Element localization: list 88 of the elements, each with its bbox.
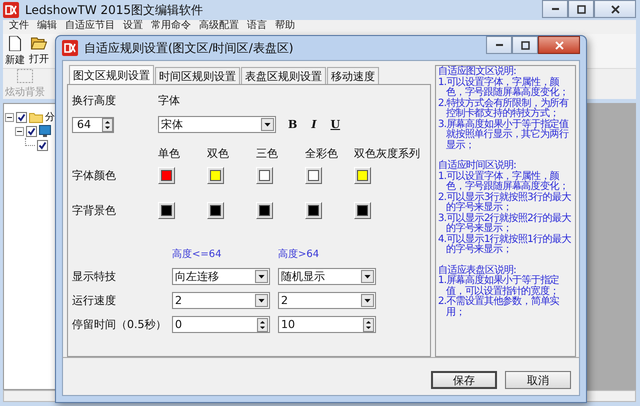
note-title: 自适应图文区说明: [438, 67, 516, 77]
color-swatch[interactable] [354, 202, 371, 218]
tab[interactable]: 时间区规则设置 [155, 67, 240, 84]
maximize-icon [576, 4, 586, 14]
collapse-toggle[interactable] [5, 112, 14, 122]
color-swatch[interactable] [207, 166, 224, 184]
column-header: 全彩色 [305, 146, 339, 161]
spinner[interactable]: 10 [278, 316, 376, 333]
color-swatch[interactable] [256, 202, 273, 218]
maximize-icon [520, 40, 530, 50]
field-label: 换行高度 [72, 93, 117, 108]
open-folder-icon [31, 36, 47, 50]
format-button[interactable]: B [286, 118, 300, 131]
row-label: 运行速度 [72, 293, 117, 308]
column-header: 单色 [158, 146, 181, 161]
maximize-button[interactable] [512, 36, 538, 54]
minimize-button[interactable] [486, 36, 512, 54]
column-header: 高度>64 [278, 248, 320, 261]
dashed-frame-icon [17, 69, 33, 83]
note-item: 4.可以显示1行就按照1行的最大的字号来显示； [438, 234, 572, 256]
color-swatch[interactable] [207, 202, 224, 218]
color-swatch[interactable] [305, 202, 322, 218]
color-swatch[interactable] [256, 166, 273, 184]
row-label: 字背景色 [72, 202, 117, 218]
collapse-toggle[interactable] [15, 126, 24, 136]
monitor-icon [39, 125, 51, 137]
tree-checkbox[interactable] [26, 126, 37, 136]
menu-item[interactable]: 编辑 [37, 20, 57, 32]
row-label: 显示特技 [72, 269, 117, 284]
note-item: 1.屏幕高度如果小于等于指定值，可以设置指针的宽度； [438, 276, 560, 296]
minimize-button[interactable] [542, 0, 568, 18]
close-icon [554, 40, 564, 50]
column-header: 三色 [256, 146, 279, 161]
app-logo-icon [62, 40, 78, 56]
menu-item[interactable]: 帮助 [275, 20, 295, 32]
dialog-button[interactable]: 保存 [431, 371, 497, 389]
window-title: LedshowTW 2015图文编辑软件 [25, 2, 204, 18]
color-swatch[interactable] [158, 202, 175, 218]
color-swatch[interactable] [158, 166, 175, 184]
close-icon [610, 4, 620, 14]
note-item: 3.屏幕高度如果小于等于指定值就按照单行显示，其它为两行显示； [438, 120, 570, 151]
note-item: 2.可以显示3行就按照3行的最大的字号来显示； [438, 192, 572, 213]
note-item: 3.可以显示2行就按照2行的最大的字号来显示； [438, 214, 572, 234]
dialog-button[interactable]: 取消 [505, 371, 571, 389]
dropdown[interactable]: 向左连移 [172, 268, 270, 285]
note-title: 自适应表盘区说明: [438, 266, 516, 276]
color-swatch[interactable] [305, 166, 322, 184]
spinner[interactable]: 0 [172, 316, 270, 333]
note-item: 2.不需设置其他参数，简单实用； [438, 297, 560, 318]
tab[interactable]: 表盘区规则设置 [241, 67, 326, 84]
menu-item[interactable]: 常用命令 [151, 20, 191, 32]
column-header: 高度<=64 [172, 248, 222, 261]
tab[interactable]: 移动速度 [327, 67, 379, 84]
spinner-arrows-icon [363, 318, 374, 332]
menu-item[interactable]: 设置 [123, 20, 143, 32]
spinner-arrows-icon [102, 118, 113, 132]
line-height-spinner[interactable]: 64 [72, 116, 114, 132]
maximize-button[interactable] [568, 0, 594, 18]
dialog-title: 自适应规则设置(图文区/时间区/表盘区) [84, 40, 294, 56]
tab[interactable]: 图文区规则设置 [69, 65, 154, 84]
app-logo-icon [3, 2, 19, 18]
dropdown[interactable]: 2 [278, 292, 376, 309]
dropdown[interactable]: 2 [172, 292, 270, 309]
font-dropdown[interactable]: 宋体 [158, 116, 276, 133]
tree-checkbox[interactable] [16, 112, 27, 122]
note-item: 1.可以设置字体，字属性，颜色，字号跟随屏幕高度变化； [438, 78, 570, 98]
row-label: 字体颜色 [72, 168, 117, 182]
note-title: 自适应时间区说明: [438, 161, 516, 171]
note-item: 2.特技方式会有所限制，为所有控制卡都支持的特技方式； [438, 98, 570, 119]
toolbar-button[interactable]: 新建 [3, 34, 27, 68]
format-button[interactable]: I [309, 118, 318, 131]
format-button[interactable]: U [328, 118, 342, 131]
close-button[interactable] [538, 36, 580, 54]
dropdown[interactable]: 随机显示 [278, 268, 376, 285]
tree-checkbox[interactable] [37, 140, 48, 150]
minimize-icon [496, 44, 502, 46]
column-header: 双色灰度系列 [354, 146, 421, 161]
folder-icon [29, 112, 43, 122]
color-swatch[interactable] [354, 166, 371, 184]
column-header: 双色 [207, 146, 230, 161]
close-button[interactable] [594, 0, 636, 18]
tree-item-label[interactable]: 分 [45, 110, 55, 124]
minimize-icon [552, 8, 558, 10]
toolbar-button[interactable]: 打开 [27, 34, 51, 68]
field-label: 字体 [158, 93, 181, 108]
row-label: 停留时间（0.5秒） [72, 317, 168, 332]
spinner-arrows-icon [257, 318, 268, 332]
note-item: 1.可以设置字体，字属性，颜色，字号跟随屏幕高度变化； [438, 172, 568, 192]
